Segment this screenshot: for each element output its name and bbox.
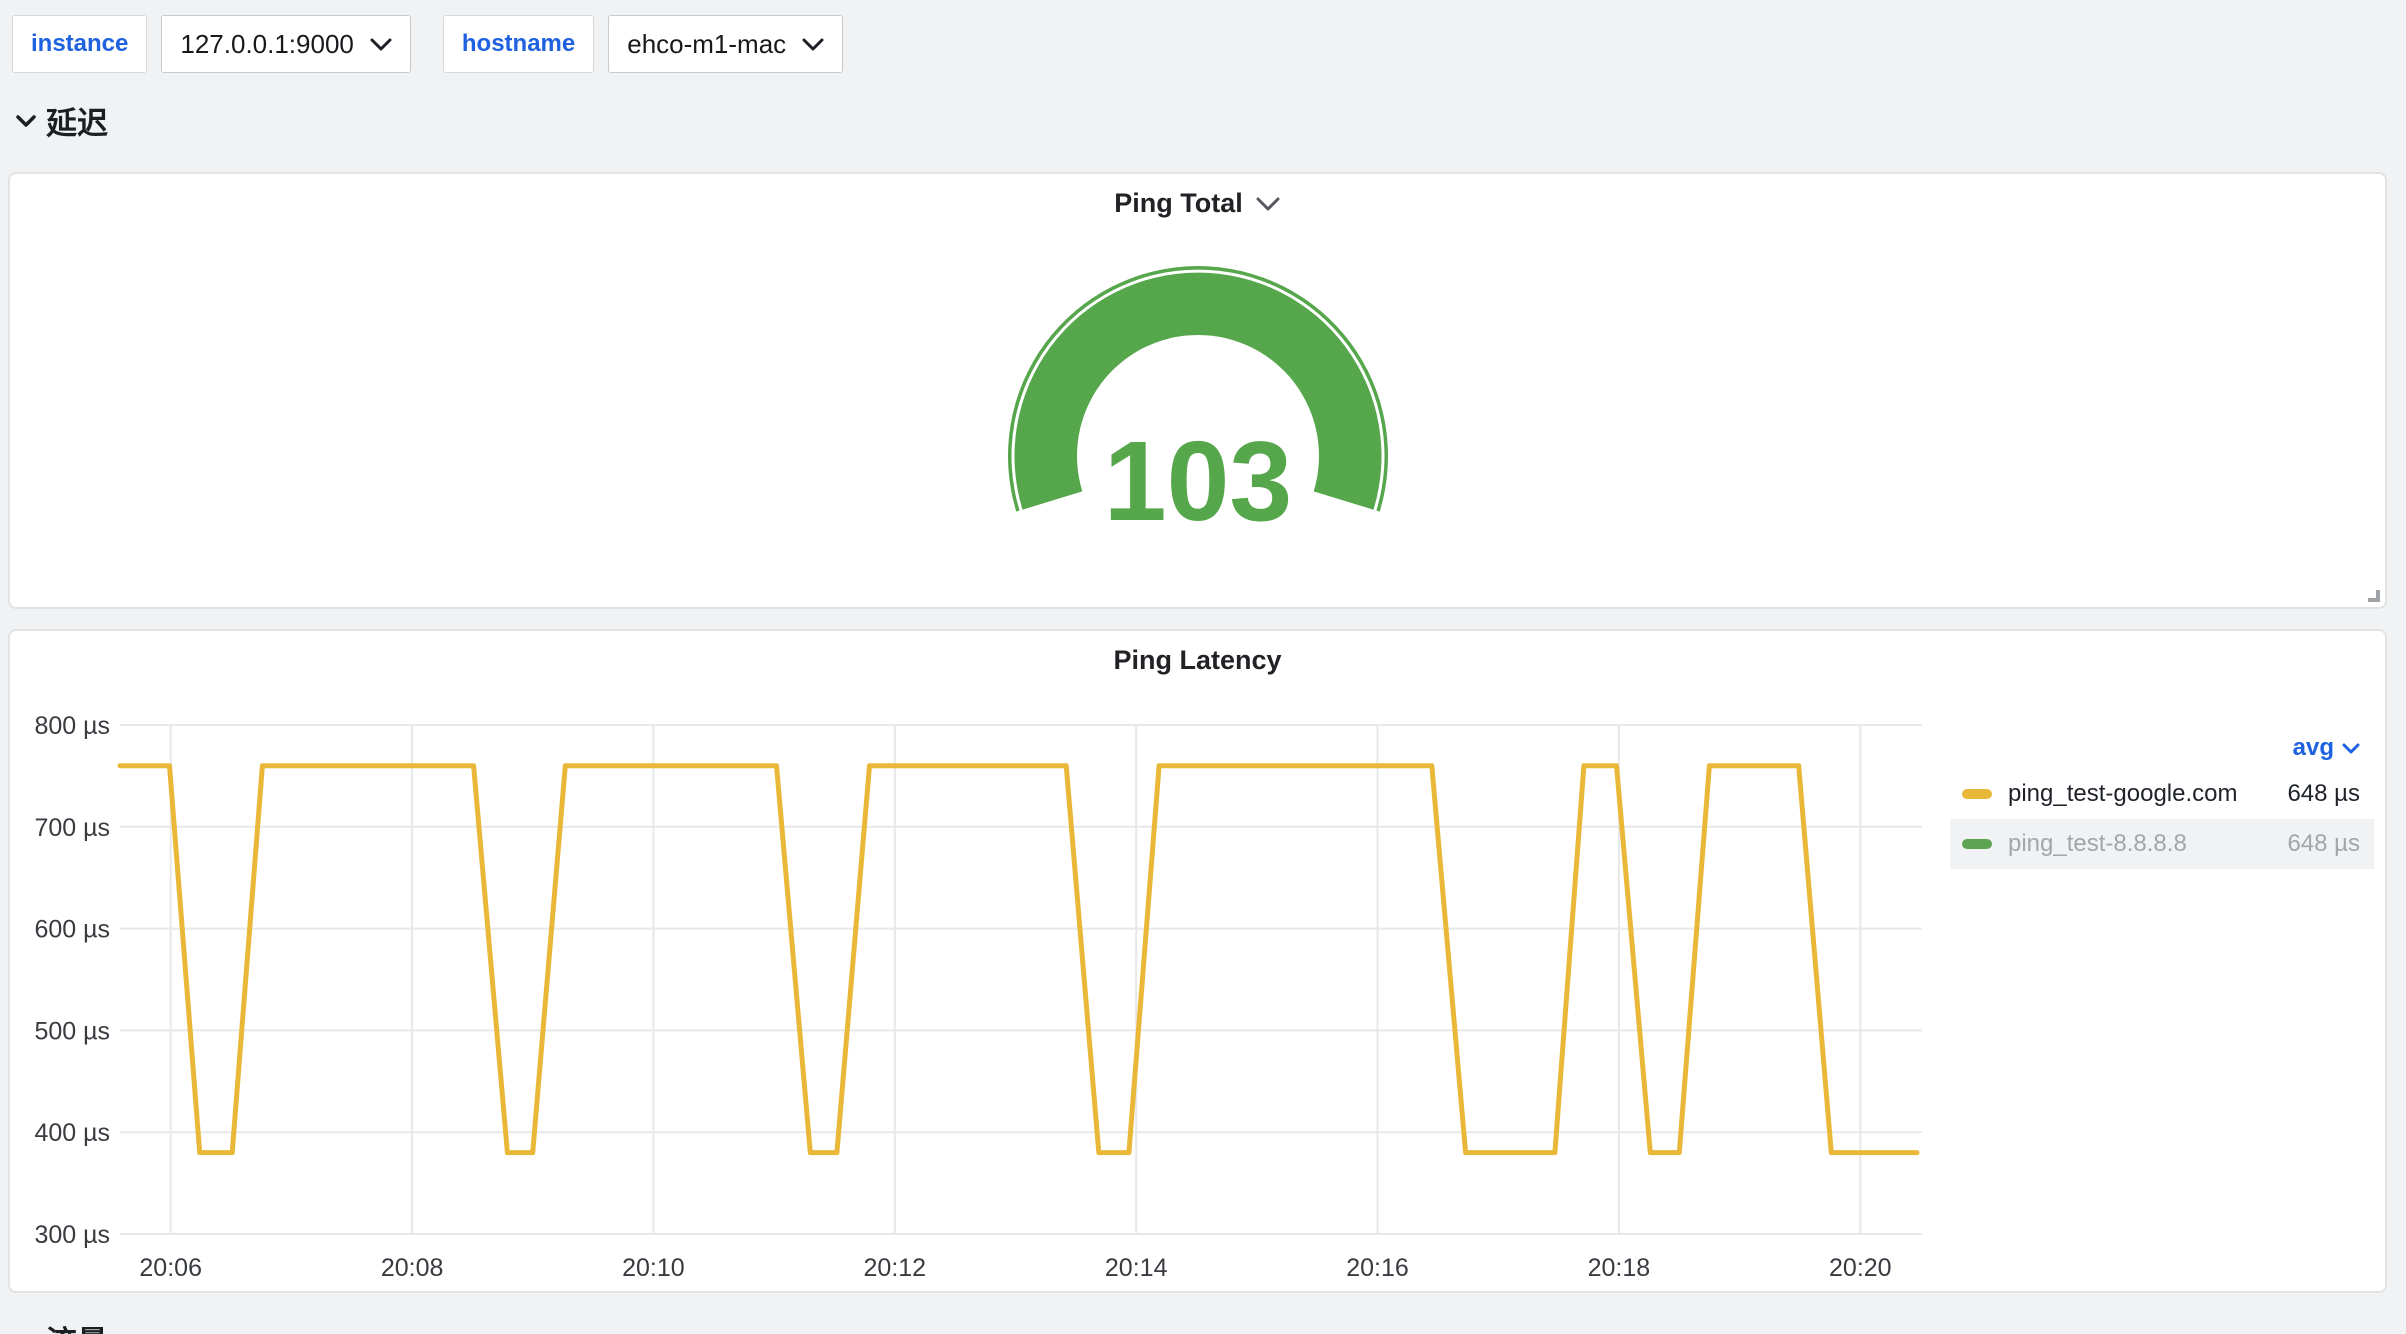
panel-title-ping-latency[interactable]: Ping Latency — [10, 645, 2385, 676]
latency-line-chart: 800 µs 700 µs 600 µs 500 µs 400 µs 300 µs 20:0… — [10, 631, 1950, 1291]
variable-label-instance: instance — [12, 15, 147, 73]
row-header-latency[interactable]: 延迟 — [16, 98, 108, 143]
y-axis-tick-label: 400 µs — [34, 1119, 110, 1147]
x-axis-tick-label: 20:12 — [864, 1254, 927, 1282]
row-header-title: 延迟 — [46, 98, 108, 143]
chevron-down-icon — [370, 38, 392, 51]
panel-title-text: Ping Latency — [1113, 645, 1281, 676]
series-name[interactable]: ping_test-google.com — [2008, 780, 2237, 808]
series-name[interactable]: ping_test-8.8.8.8 — [2008, 830, 2187, 858]
panel-ping-latency: Ping Latency 800 µs 700 µs 600 µs 500 µs 400… — [8, 629, 2387, 1293]
variable-label-text: instance — [31, 30, 128, 58]
x-axis-tick-label: 20:20 — [1829, 1254, 1892, 1282]
panel-ping-total: Ping Total 103 — [8, 172, 2387, 609]
legend-row[interactable]: ping_test-google.com 648 µs — [1950, 769, 2374, 819]
variable-select-instance[interactable]: 127.0.0.1:9000 — [161, 15, 411, 73]
panel-menu-chevron-icon[interactable] — [1255, 196, 1281, 212]
x-axis-tick-label: 20:18 — [1588, 1254, 1651, 1282]
row-header-traffic[interactable]: 流量 — [46, 1317, 108, 1334]
variable-value-text: 127.0.0.1:9000 — [180, 29, 354, 60]
x-axis-tick-label: 20:06 — [139, 1254, 202, 1282]
row-header-title: 流量 — [46, 1325, 108, 1334]
y-axis-tick-label: 700 µs — [34, 814, 110, 842]
legend-sort-header[interactable]: avg — [1950, 727, 2374, 769]
variable-select-hostname[interactable]: ehco-m1-mac — [608, 15, 843, 73]
panel-title-ping-total[interactable]: Ping Total — [10, 188, 2385, 219]
x-axis-tick-label: 20:16 — [1346, 1254, 1409, 1282]
chevron-down-icon — [802, 38, 824, 51]
y-axis-tick-label: 800 µs — [34, 712, 110, 740]
gauge-value-text: 103 — [1104, 418, 1293, 544]
gauge-chart: 103 — [10, 174, 2385, 607]
variables-toolbar: instance 127.0.0.1:9000 hostname ehco-m1… — [12, 15, 843, 73]
y-axis-tick-label: 600 µs — [34, 916, 110, 944]
x-axis-tick-label: 20:14 — [1105, 1254, 1168, 1282]
variable-value-text: ehco-m1-mac — [627, 29, 786, 60]
legend-row[interactable]: ping_test-8.8.8.8 648 µs — [1950, 819, 2374, 869]
series-line[interactable] — [120, 766, 1917, 1153]
legend-sort-label: avg — [2293, 734, 2334, 762]
series-avg-value: 648 µs — [2287, 780, 2360, 808]
latency-legend: avg ping_test-google.com648 µsping_test-… — [1950, 727, 2374, 869]
x-axis-tick-label: 20:10 — [622, 1254, 685, 1282]
y-axis-tick-label: 500 µs — [34, 1017, 110, 1045]
series-color-swatch[interactable] — [1962, 839, 1992, 849]
variable-label-text: hostname — [462, 30, 575, 58]
chevron-down-icon — [16, 115, 36, 127]
legend-rows: ping_test-google.com648 µsping_test-8.8.… — [1950, 769, 2374, 869]
panel-title-text: Ping Total — [1114, 188, 1243, 219]
y-axis-tick-label: 300 µs — [34, 1221, 110, 1249]
variable-label-hostname: hostname — [443, 15, 594, 73]
x-axis-tick-label: 20:08 — [381, 1254, 444, 1282]
series-color-swatch[interactable] — [1962, 789, 1992, 799]
panel-resize-handle[interactable] — [2364, 586, 2380, 602]
series-avg-value: 648 µs — [2287, 830, 2360, 858]
chevron-down-icon — [2342, 743, 2360, 754]
